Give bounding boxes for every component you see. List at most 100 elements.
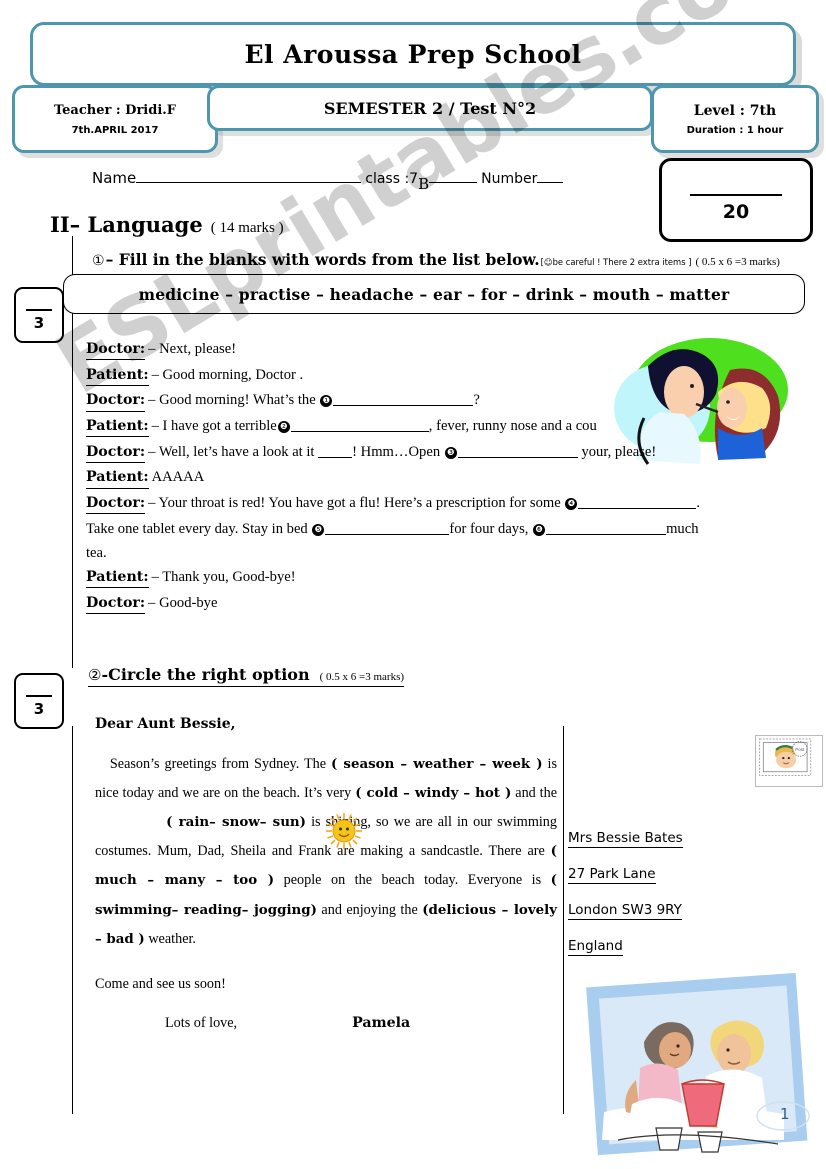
doctor-patient-dialogue: Doctor: – Next, please! Patient: – Good mo… bbox=[86, 340, 796, 619]
mark-entry-line[interactable] bbox=[26, 299, 52, 311]
dialogue-tail: much bbox=[666, 520, 699, 537]
exercise-1-number: ① bbox=[92, 253, 105, 269]
dialogue-tail: ? bbox=[473, 392, 480, 409]
letter-text-block: Dear Aunt Bessie, Season’s greetings fro… bbox=[95, 716, 557, 1032]
letter-salutation: Dear Aunt Bessie, bbox=[95, 716, 236, 732]
children-building-sandcastle-illustration bbox=[578, 972, 816, 1162]
dialogue-text: AAAAA bbox=[151, 469, 205, 486]
dialogue-line: Take one tablet every day. Stay in bed ❺… bbox=[86, 520, 796, 539]
word-bank-list: medicine – practise – headache – ear – f… bbox=[138, 284, 730, 304]
name-label: Name bbox=[92, 169, 137, 187]
dialogue-tail: your, please! bbox=[581, 443, 657, 460]
exercise-2-instruction: -Circle the right option bbox=[101, 665, 310, 684]
left-divider-lower bbox=[72, 726, 73, 1114]
student-identity-row: Name class :7 B Number bbox=[92, 168, 652, 196]
speaker-label: Doctor: bbox=[86, 391, 146, 412]
circle-option-group-3[interactable]: ( rain– snow– sun) bbox=[166, 814, 306, 830]
section-title: II– Language bbox=[50, 212, 203, 237]
worksheet-page: El Aroussa Prep School Teacher : Dridi.F… bbox=[0, 0, 826, 1169]
address-line: 27 Park Lane bbox=[568, 866, 656, 884]
address-line: England bbox=[568, 938, 623, 956]
school-title-box: El Aroussa Prep School bbox=[30, 22, 796, 86]
score-denominator: 20 bbox=[722, 200, 750, 223]
speaker-label: Doctor: bbox=[86, 340, 146, 361]
dialogue-line: Doctor: – Your throat is red! You have go… bbox=[86, 494, 796, 515]
exercise-1-instruction: – Fill in the blanks with words from the… bbox=[105, 250, 540, 269]
dialogue-line: Doctor: – Good-bye bbox=[86, 594, 796, 614]
circle-option-group-2[interactable]: ( cold – windy – hot ) bbox=[355, 785, 511, 801]
dialogue-line: Doctor: – Next, please! bbox=[86, 340, 796, 361]
speaker-label: Patient: bbox=[86, 366, 149, 386]
speaker-label: Doctor: bbox=[86, 443, 146, 463]
dialogue-text: – Next, please! bbox=[148, 341, 237, 357]
dialogue-mid: ! Hmm…Open bbox=[352, 443, 441, 460]
circle-option-group-1[interactable]: ( season – weather – week ) bbox=[331, 756, 543, 772]
answer-blank-4[interactable] bbox=[578, 495, 697, 510]
score-entry-line[interactable] bbox=[690, 178, 782, 196]
number-input-line[interactable] bbox=[537, 168, 564, 183]
address-line: London SW3 9RY bbox=[568, 902, 682, 920]
total-score-box[interactable]: 20 bbox=[659, 158, 813, 242]
speaker-label: Doctor: bbox=[86, 594, 146, 614]
test-date: 7th.APRIL 2017 bbox=[71, 124, 159, 136]
dialogue-tail: , fever, runny nose and a cou bbox=[428, 418, 597, 435]
letter-signoff: Lots of love, bbox=[165, 1014, 238, 1031]
dialogue-text: – Good morning! What’s the bbox=[148, 392, 316, 409]
exercise-1-heading: ① – Fill in the blanks with words from t… bbox=[92, 250, 806, 269]
dialogue-line: tea. bbox=[86, 544, 796, 563]
answer-blank-6[interactable] bbox=[546, 521, 667, 535]
school-name: El Aroussa Prep School bbox=[244, 39, 582, 69]
exercise-1-note: [☺be careful ! There 2 extra items ] bbox=[540, 257, 692, 267]
answer-blank-2[interactable] bbox=[290, 418, 429, 433]
letter-signature-row: Lots of love, Pamela bbox=[95, 1015, 557, 1032]
exercise-2-heading: ② -Circle the right option ( 0.5 x 6 =3 … bbox=[88, 665, 405, 687]
dialogue-text: Take one tablet every day. Stay in bed bbox=[86, 520, 308, 537]
exercise-2-points: ( 0.5 x 6 =3 marks) bbox=[319, 671, 405, 683]
blank-marker-6: ❻ bbox=[533, 523, 546, 536]
section-heading: II– Language ( 14 marks ) bbox=[50, 212, 284, 237]
letter-address-block: Mrs Bessie Bates 27 Park Lane London SW3… bbox=[568, 830, 768, 974]
blank-marker-5: ❺ bbox=[312, 523, 325, 536]
dialogue-line: Patient: – Thank you, Good-bye! bbox=[86, 568, 796, 589]
mark-box-exercise-1[interactable]: 3 bbox=[14, 287, 64, 343]
blank-marker-1: ❶ bbox=[320, 395, 333, 408]
svg-text:Post: Post bbox=[795, 747, 805, 752]
dialogue-tail: . bbox=[696, 495, 701, 512]
teacher-name: Teacher : Dridi.F bbox=[53, 102, 177, 118]
mark-denominator: 3 bbox=[33, 699, 45, 718]
answer-blank-3[interactable] bbox=[457, 444, 578, 458]
answer-blank-extra[interactable] bbox=[318, 444, 353, 458]
answer-blank-5[interactable] bbox=[325, 521, 450, 535]
exercise-1-points: ( 0.5 x 6 =3 marks) bbox=[695, 256, 780, 268]
level-label: Level : 7th bbox=[693, 102, 777, 119]
mark-box-exercise-2[interactable]: 3 bbox=[14, 673, 64, 729]
dialogue-line: Patient: – Good morning, Doctor . bbox=[86, 366, 796, 386]
mark-entry-line[interactable] bbox=[26, 685, 52, 697]
class-input-line[interactable] bbox=[429, 168, 478, 183]
dialogue-text: – Your throat is red! You have got a flu… bbox=[148, 495, 561, 512]
dialogue-line: Doctor: – Well, let’s have a look at it !… bbox=[86, 443, 796, 463]
dialogue-line: Patient: – I have got a terrible ❷ , fever,… bbox=[86, 417, 796, 438]
speaker-label: Patient: bbox=[86, 568, 149, 589]
blank-marker-2: ❷ bbox=[277, 421, 290, 434]
answer-blank-1[interactable] bbox=[333, 392, 474, 407]
dialogue-text: – Well, let’s have a look at it bbox=[148, 443, 315, 460]
duration-label: Duration : 1 hour bbox=[686, 124, 784, 136]
letter-body: Season’s greetings from Sydney. The ( se… bbox=[95, 750, 557, 954]
test-title: SEMESTER 2 / Test N°2 bbox=[323, 98, 537, 118]
blank-marker-4: ❹ bbox=[565, 498, 578, 511]
name-input-line[interactable] bbox=[136, 168, 362, 183]
dialogue-line: Doctor: – Good morning! What’s the ❶? bbox=[86, 391, 796, 412]
level-info-box: Level : 7th Duration : 1 hour bbox=[651, 85, 819, 153]
dialogue-line: Patient: AAAAA bbox=[86, 468, 796, 489]
speaker-label: Patient: bbox=[86, 417, 149, 438]
dialogue-text: – Good-bye bbox=[148, 594, 218, 611]
test-title-box: SEMESTER 2 / Test N°2 bbox=[207, 85, 653, 131]
word-bank-box: medicine – practise – headache – ear – f… bbox=[63, 274, 805, 314]
letter-signature: Pamela bbox=[352, 1014, 411, 1031]
speaker-label: Doctor: bbox=[86, 494, 146, 515]
address-line: Mrs Bessie Bates bbox=[568, 830, 683, 848]
teacher-info-box: Teacher : Dridi.F 7th.APRIL 2017 bbox=[12, 85, 218, 153]
smiling-sun-icon bbox=[325, 812, 363, 850]
exercise-2-number: ② bbox=[88, 666, 102, 684]
